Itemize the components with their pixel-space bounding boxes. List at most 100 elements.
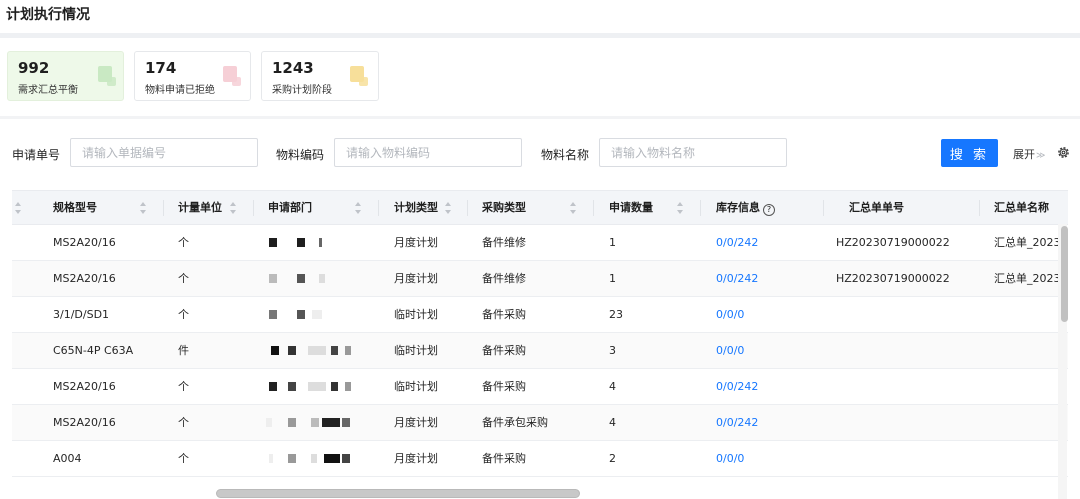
cell-stock[interactable]: 0/0/242 (716, 261, 816, 296)
table-row[interactable]: C65N-4P C63A 件 临时计划 备件采购 3 0/0/0 (12, 333, 1068, 369)
expand-toggle[interactable]: 展开≫ (1013, 146, 1045, 162)
redaction-block (331, 346, 338, 355)
gear-icon[interactable] (1056, 145, 1071, 160)
cell-purchase-type: 备件采购 (482, 452, 526, 465)
column-separator (253, 200, 254, 216)
table-row[interactable]: MS2A20/16 个 临时计划 备件采购 4 0/0/242 (12, 369, 1068, 405)
column-separator (823, 200, 824, 216)
section-divider (0, 116, 1080, 119)
sort-icon[interactable] (15, 202, 22, 214)
cell-plan-type: 临时计划 (394, 308, 438, 321)
redaction-block (271, 346, 279, 355)
cell-spec: A004 (53, 452, 82, 465)
cell-summary-name (994, 441, 1068, 476)
stat-value: 992 (18, 59, 50, 77)
table-row[interactable]: A004 个 月度计划 备件采购 2 0/0/0 (12, 441, 1068, 477)
redaction-block (288, 454, 296, 463)
title-divider (0, 33, 1080, 38)
cell-spec: 3/1/D/SD1 (53, 308, 110, 321)
cell-plan-type: 临时计划 (394, 344, 438, 357)
stat-label: 采购计划阶段 (272, 85, 332, 96)
cell-stock[interactable]: 0/0/242 (716, 405, 816, 440)
sort-icon[interactable] (677, 202, 684, 214)
table-header: 规格型号 计量单位 申请部门 计划类型 采购类型 申请数量 库存信息? 汇总单单… (12, 191, 1068, 225)
cell-stock[interactable]: 0/0/242 (716, 369, 816, 404)
redaction-block (324, 454, 340, 463)
material-name-input[interactable] (599, 138, 787, 167)
plan-table: 规格型号 计量单位 申请部门 计划类型 采购类型 申请数量 库存信息? 汇总单单… (12, 190, 1068, 499)
cell-spec: MS2A20/16 (53, 380, 116, 393)
table-row[interactable]: MS2A20/16 个 月度计划 备件维修 1 0/0/242 HZ202307190000… (12, 225, 1068, 261)
column-header-purchase-type[interactable]: 采购类型 (482, 191, 526, 225)
search-button[interactable]: 搜 索 (941, 139, 998, 167)
cell-purchase-type: 备件维修 (482, 272, 526, 285)
cell-qty: 4 (609, 416, 616, 429)
chevron-down-icon: ≫ (1036, 151, 1046, 161)
cell-summary-name (994, 369, 1068, 404)
stat-value: 1243 (272, 59, 314, 77)
cell-unit: 个 (178, 380, 189, 393)
column-header-summary-name[interactable]: 汇总单名称 (994, 191, 1049, 225)
cell-qty: 3 (609, 344, 616, 357)
cell-stock[interactable]: 0/0/242 (716, 225, 816, 260)
column-header-unit[interactable]: 计量单位 (178, 191, 222, 225)
sort-icon[interactable] (140, 202, 147, 214)
cell-spec: MS2A20/16 (53, 236, 116, 249)
cell-qty: 1 (609, 236, 616, 249)
column-header-spec[interactable]: 规格型号 (53, 191, 97, 225)
material-name-label: 物料名称 (541, 148, 590, 162)
sort-icon[interactable] (570, 202, 577, 214)
cell-spec: MS2A20/16 (53, 272, 116, 285)
stat-value: 174 (145, 59, 177, 77)
column-header-summary-no[interactable]: 汇总单单号 (849, 191, 904, 225)
material-code-label: 物料编码 (276, 148, 325, 162)
sort-icon[interactable] (445, 202, 452, 214)
sort-icon[interactable] (355, 202, 362, 214)
cell-summary-name: 汇总单_2023-0 (994, 236, 1068, 249)
column-separator (593, 200, 594, 216)
cell-stock[interactable]: 0/0/0 (716, 333, 816, 368)
cell-plan-type: 月度计划 (394, 236, 438, 249)
yellow-document-icon (350, 66, 368, 86)
redaction-block (297, 274, 305, 283)
cell-unit: 个 (178, 452, 189, 465)
cell-purchase-type: 备件维修 (482, 236, 526, 249)
column-header-dept[interactable]: 申请部门 (268, 191, 312, 225)
redaction-block (345, 382, 351, 391)
column-header-plan-type[interactable]: 计划类型 (394, 191, 438, 225)
cell-plan-type: 月度计划 (394, 272, 438, 285)
cell-plan-type: 月度计划 (394, 452, 438, 465)
stat-card-purchase-plan[interactable]: 1243 采购计划阶段 (261, 51, 379, 101)
cell-unit: 件 (178, 344, 189, 357)
redaction-block (308, 346, 326, 355)
stat-card-material-rejected[interactable]: 174 物料申请已拒绝 (134, 51, 251, 101)
table-row[interactable]: MS2A20/16 个 月度计划 备件承包采购 4 0/0/242 (12, 405, 1068, 441)
sort-icon[interactable] (230, 202, 237, 214)
question-circle-icon[interactable]: ? (763, 204, 775, 216)
column-separator (979, 200, 980, 216)
redaction-block (308, 382, 326, 391)
table-row[interactable]: MS2A20/16 个 月度计划 备件维修 1 0/0/242 HZ202307190000… (12, 261, 1068, 297)
request-no-input[interactable] (70, 138, 258, 167)
cell-stock[interactable]: 0/0/0 (716, 441, 816, 476)
cell-purchase-type: 备件承包采购 (482, 416, 548, 429)
table-row[interactable]: 3/1/D/SD1 个 临时计划 备件采购 23 0/0/0 (12, 297, 1068, 333)
redaction-block (322, 418, 340, 427)
column-header-qty[interactable]: 申请数量 (609, 191, 653, 225)
cell-summary-name: 汇总单_2023-0 (994, 272, 1068, 285)
redaction-block (311, 454, 317, 463)
stat-card-demand-balance[interactable]: 992 需求汇总平衡 (7, 51, 124, 101)
redaction-block (269, 454, 273, 463)
redaction-block (269, 274, 277, 283)
vertical-scrollbar-thumb[interactable] (1061, 226, 1068, 322)
cell-stock[interactable]: 0/0/0 (716, 297, 816, 332)
redaction-block (319, 238, 322, 247)
material-code-input[interactable] (334, 138, 522, 167)
cell-summary-no (836, 369, 976, 404)
column-header-stock[interactable]: 库存信息? (716, 191, 775, 225)
request-no-label: 申请单号 (12, 148, 61, 162)
horizontal-scrollbar-thumb[interactable] (216, 489, 580, 498)
column-separator (700, 200, 701, 216)
cell-summary-name (994, 297, 1068, 332)
redaction-block (297, 310, 305, 319)
